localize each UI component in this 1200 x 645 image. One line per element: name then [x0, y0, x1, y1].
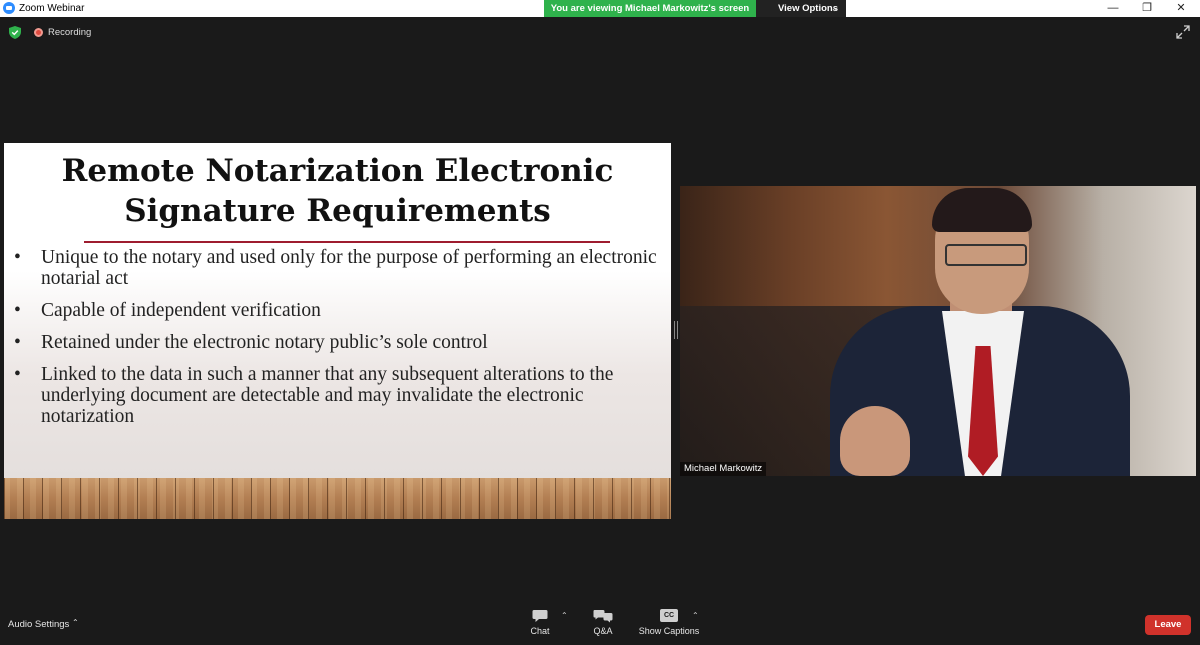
- chevron-down-icon: ⌄: [831, 4, 838, 13]
- title-divider: [84, 241, 610, 243]
- audio-settings-button[interactable]: Audio Settings: [8, 619, 69, 630]
- slide-title: Remote Notarization Electronic Signature…: [4, 151, 671, 231]
- window-title: Zoom Webinar: [19, 3, 85, 14]
- minimize-icon[interactable]: —: [1096, 0, 1130, 17]
- restore-icon[interactable]: ❐: [1130, 0, 1164, 17]
- chevron-up-icon[interactable]: ⌃: [72, 618, 79, 627]
- speaker-glasses: [945, 244, 1027, 266]
- slide-bullet-list: Unique to the notary and used only for t…: [14, 247, 664, 438]
- view-options-button[interactable]: View Options ⌄: [756, 0, 846, 17]
- recording-label: Recording: [48, 27, 92, 38]
- shared-screen-slide: Remote Notarization Electronic Signature…: [4, 143, 671, 519]
- leave-button[interactable]: Leave: [1145, 615, 1191, 635]
- qa-icon: [593, 610, 613, 623]
- zoom-logo-icon: [3, 2, 15, 14]
- slide-bullet: Linked to the data in such a manner that…: [14, 364, 664, 427]
- chat-icon: [532, 610, 548, 622]
- speaker-hand: [840, 406, 910, 476]
- fullscreen-icon[interactable]: [1176, 25, 1190, 39]
- encryption-shield-icon[interactable]: [9, 26, 21, 39]
- chat-button[interactable]: Chat: [526, 609, 554, 636]
- view-splitter-handle[interactable]: [674, 321, 678, 339]
- chat-label: Chat: [530, 626, 550, 636]
- qa-label: Q&A: [593, 626, 613, 636]
- slide-title-line-1: Remote Notarization Electronic: [61, 153, 614, 189]
- show-captions-label: Show Captions: [638, 626, 700, 636]
- recording-icon: [34, 28, 43, 37]
- closed-captions-icon: CC: [660, 609, 678, 622]
- slide-bullet: Unique to the notary and used only for t…: [14, 247, 664, 289]
- view-options-label: View Options: [778, 3, 839, 14]
- slide-bullet: Capable of independent verification: [14, 300, 664, 321]
- close-icon[interactable]: ✕: [1164, 0, 1198, 17]
- slide-bullet: Retained under the electronic notary pub…: [14, 332, 664, 353]
- qa-button[interactable]: Q&A: [588, 609, 618, 636]
- screen-share-banner: You are viewing Michael Markowitz's scre…: [544, 0, 846, 17]
- participant-name-label: Michael Markowitz: [680, 462, 767, 476]
- speaker-video-tile[interactable]: [680, 186, 1196, 476]
- slide-title-line-2: Signature Requirements: [124, 193, 551, 229]
- chevron-up-icon[interactable]: ⌃: [692, 611, 699, 620]
- speaker-hair: [932, 188, 1032, 232]
- viewing-screen-label: You are viewing Michael Markowitz's scre…: [544, 0, 756, 17]
- chevron-up-icon[interactable]: ⌃: [561, 611, 568, 620]
- wood-floor-decoration: [4, 478, 671, 519]
